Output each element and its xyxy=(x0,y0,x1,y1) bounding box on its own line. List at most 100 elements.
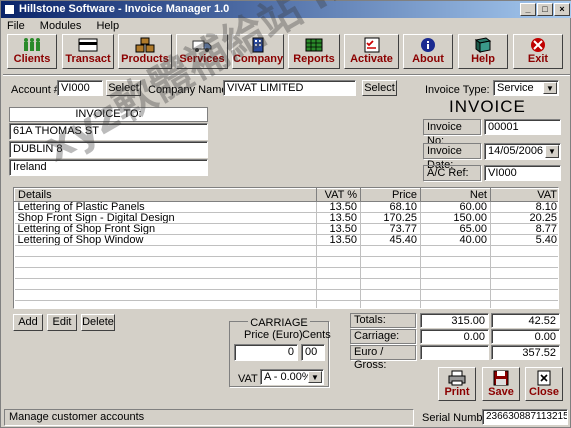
save-label: Save xyxy=(488,386,514,398)
exit-icon xyxy=(531,38,545,52)
cell-vat: 20.25 xyxy=(490,212,558,224)
cell-vat-pct: 13.50 xyxy=(316,223,361,235)
company-label: Company xyxy=(233,53,284,65)
carriage-price-label: Price (Euro) xyxy=(244,329,303,341)
carriage-net: 0.00 xyxy=(420,329,489,344)
cell-price: 73.77 xyxy=(360,223,421,235)
cell-price: 45.40 xyxy=(360,234,421,246)
close-button[interactable]: Close xyxy=(525,367,563,401)
ac-ref-input[interactable]: VI000 xyxy=(484,165,561,181)
empty-row[interactable] xyxy=(14,278,558,290)
cell-details: Shop Front Sign - Digital Design xyxy=(14,212,317,224)
invoice-no-label: Invoice No: xyxy=(423,119,481,147)
invoice-no-input[interactable]: 00001 xyxy=(484,119,561,135)
close-label: Close xyxy=(529,386,559,398)
printer-icon xyxy=(448,370,466,386)
table-row[interactable]: Lettering of Plastic Panels 13.50 68.10 … xyxy=(14,201,558,213)
about-label: About xyxy=(412,53,444,65)
invoice-type-value: Service xyxy=(497,82,534,94)
serial-number-value: 2366308871132158 xyxy=(482,409,568,425)
building-icon xyxy=(252,37,264,53)
clients-button[interactable]: Clients xyxy=(7,34,57,69)
cell-net: 65.00 xyxy=(420,223,491,235)
carriage-vat-value: A - 0.00% xyxy=(264,371,312,383)
menu-modules[interactable]: Modules xyxy=(40,20,82,32)
account-select-button[interactable]: Select xyxy=(106,80,141,96)
exit-label: Exit xyxy=(527,53,549,65)
account-label: Account #: xyxy=(11,84,63,96)
card-icon xyxy=(78,38,98,52)
invoice-date-label: Invoice Date: xyxy=(423,143,481,171)
carriage-cents-label: Cents xyxy=(302,329,331,341)
col-vat[interactable]: VAT xyxy=(490,188,558,202)
cell-net: 60.00 xyxy=(420,201,491,213)
carriage-price-input[interactable]: 0 xyxy=(234,344,298,361)
invoice-date-picker[interactable]: 14/05/2006 ▼ xyxy=(484,143,561,160)
table-row[interactable]: Lettering of Shop Window 13.50 45.40 40.… xyxy=(14,234,558,246)
company-select-button[interactable]: Select xyxy=(362,80,397,96)
activate-button[interactable]: Activate xyxy=(344,34,399,69)
address-line-2[interactable]: DUBLIN 8 xyxy=(9,141,208,158)
save-button[interactable]: Save xyxy=(482,367,520,401)
invoice-to-header: INVOICE TO: xyxy=(9,107,208,122)
gross-blank xyxy=(420,345,489,360)
services-button[interactable]: Services xyxy=(176,34,228,69)
spreadsheet-icon xyxy=(305,38,323,52)
table-row[interactable]: Lettering of Shop Front Sign 13.50 73.77… xyxy=(14,223,558,235)
carriage-cents-input[interactable]: 00 xyxy=(301,344,325,361)
carriage-vat-label: VAT xyxy=(238,373,258,385)
totals-net: 315.00 xyxy=(420,313,489,328)
exit-button[interactable]: Exit xyxy=(513,34,563,69)
empty-row[interactable] xyxy=(14,267,558,279)
help-button[interactable]: Help xyxy=(458,34,508,69)
about-button[interactable]: About xyxy=(403,34,453,69)
empty-row[interactable] xyxy=(14,289,558,301)
col-price[interactable]: Price xyxy=(360,188,421,202)
carriage-vat: 0.00 xyxy=(491,329,560,344)
toolbar: Clients Transact Products Services Compa… xyxy=(1,34,571,72)
account-input[interactable]: VI000 xyxy=(57,80,103,96)
address-line-3[interactable]: Ireland xyxy=(9,159,208,176)
invoice-date-value: 14/05/2006 xyxy=(488,145,544,157)
app-window: Hillstone Software - Invoice Manager 1.0… xyxy=(0,0,571,428)
truck-icon xyxy=(192,40,212,52)
cell-net: 150.00 xyxy=(420,212,491,224)
chevron-down-icon[interactable]: ▼ xyxy=(543,82,557,94)
company-name-input[interactable]: VIVAT LIMITED xyxy=(223,80,356,96)
ac-ref-label: A/C Ref: xyxy=(423,165,481,181)
empty-row[interactable] xyxy=(14,300,558,308)
calendar-dropdown-icon[interactable]: ▼ xyxy=(545,145,559,158)
menu-file[interactable]: File xyxy=(7,20,25,32)
chevron-down-icon[interactable]: ▼ xyxy=(308,371,322,383)
empty-row[interactable] xyxy=(14,256,558,268)
col-vat-pct[interactable]: VAT % xyxy=(316,188,361,202)
address-line-1[interactable]: 61A THOMAS ST xyxy=(9,123,208,140)
company-button[interactable]: Company xyxy=(232,34,284,69)
products-button[interactable]: Products xyxy=(118,34,172,69)
maximize-button[interactable]: □ xyxy=(537,3,553,16)
col-net[interactable]: Net xyxy=(420,188,491,202)
close-window-button[interactable]: × xyxy=(554,3,570,16)
add-row-button[interactable]: Add xyxy=(13,314,43,331)
empty-row[interactable] xyxy=(14,245,558,257)
invoice-type-select[interactable]: Service ▼ xyxy=(493,80,559,96)
minimize-button[interactable]: _ xyxy=(520,3,536,16)
carriage-title: CARRIAGE xyxy=(248,317,310,329)
cell-details: Lettering of Shop Window xyxy=(14,234,317,246)
cell-vat-pct: 13.50 xyxy=(316,212,361,224)
table-row[interactable]: Shop Front Sign - Digital Design 13.50 1… xyxy=(14,212,558,224)
floppy-disk-icon xyxy=(493,370,509,386)
menu-help[interactable]: Help xyxy=(96,20,119,32)
edit-row-button[interactable]: Edit xyxy=(47,314,77,331)
print-button[interactable]: Print xyxy=(438,367,476,401)
app-icon xyxy=(4,4,15,15)
carriage-vat-select[interactable]: A - 0.00% ▼ xyxy=(260,369,324,385)
col-details[interactable]: Details xyxy=(14,188,317,202)
reports-button[interactable]: Reports xyxy=(288,34,340,69)
invoice-heading: INVOICE xyxy=(449,97,526,116)
menu-bar: File Modules Help xyxy=(1,18,571,34)
invoice-type-label: Invoice Type: xyxy=(425,84,490,96)
delete-row-button[interactable]: Delete xyxy=(81,314,115,331)
transact-button[interactable]: Transact xyxy=(62,34,114,69)
totals-vat: 42.52 xyxy=(491,313,560,328)
